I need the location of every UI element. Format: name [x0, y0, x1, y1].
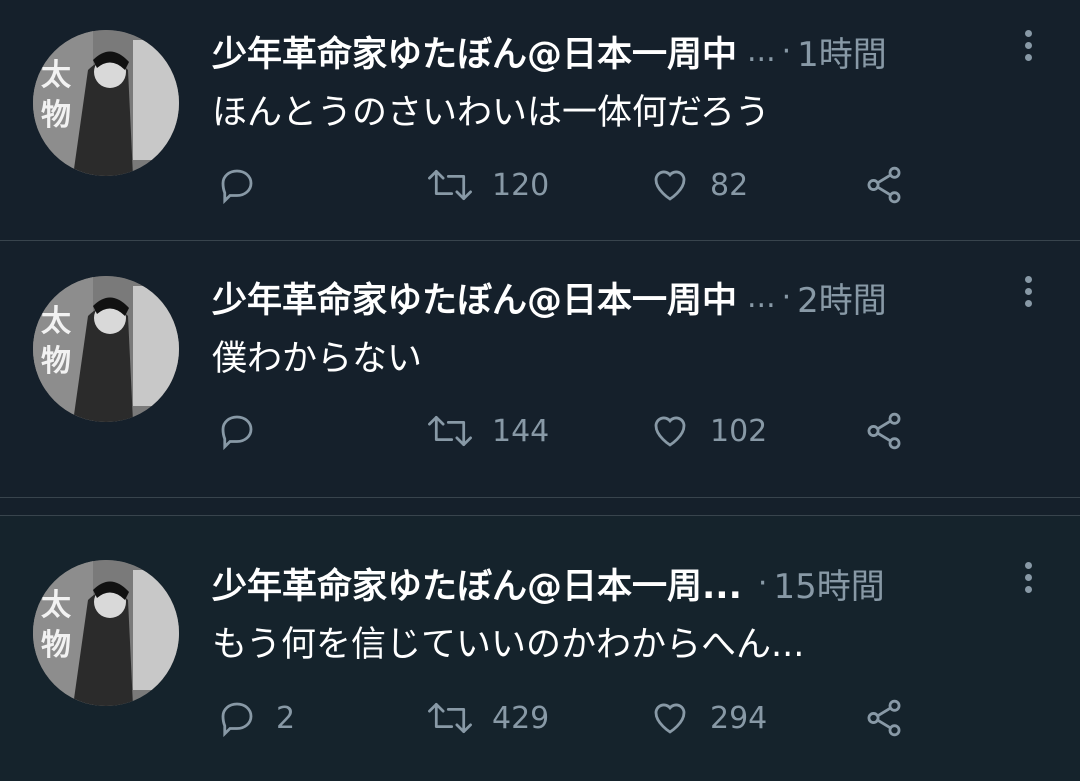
like-count: 294	[710, 700, 768, 736]
more-vertical-icon[interactable]	[1022, 276, 1034, 316]
tweet-header: 少年革命家ゆたぼん@日本一周... · 15時間	[212, 558, 1040, 608]
heart-icon	[654, 703, 686, 734]
retweet-button[interactable]: 429	[426, 693, 549, 743]
svg-text:太: 太	[41, 58, 72, 93]
svg-text:太: 太	[41, 588, 72, 623]
avatar[interactable]: 太 物	[33, 30, 179, 176]
svg-text:物: 物	[41, 344, 71, 379]
retweet-count: 144	[492, 413, 550, 449]
separator-dot: ·	[757, 565, 768, 601]
author-name[interactable]: 少年革命家ゆたぼん@日本一周中	[212, 26, 737, 77]
retweet-count: 429	[492, 700, 550, 736]
retweet-icon	[428, 415, 472, 447]
share-button[interactable]	[862, 160, 906, 210]
avatar[interactable]: 太 物	[33, 560, 179, 706]
like-button[interactable]: 82	[648, 160, 748, 210]
tweet-text: もう何を信じていいのかわからへん...	[212, 625, 805, 665]
more-vertical-icon[interactable]	[1022, 562, 1034, 602]
tweet[interactable]: 太 物 少年革命家ゆたぼん@日本一周... · 15時間 もう何を信じていいのか…	[0, 516, 1080, 781]
like-button[interactable]: 294	[648, 693, 767, 743]
timestamp[interactable]: 2時間	[797, 273, 887, 322]
name-ellipsis: ...	[747, 279, 776, 315]
share-icon	[867, 699, 901, 737]
share-icon	[867, 412, 901, 450]
timestamp[interactable]: 1時間	[797, 27, 887, 76]
reply-button[interactable]: 2	[216, 693, 295, 743]
tweet-actions: 144 102	[212, 406, 932, 456]
separator-dot: ·	[781, 279, 792, 315]
like-button[interactable]: 102	[648, 406, 767, 456]
tweet[interactable]: 太 物 少年革命家ゆたぼん@日本一周中 ... · 1時間 ほんとうのさいわいは…	[0, 0, 1080, 241]
share-button[interactable]	[862, 406, 906, 456]
author-name[interactable]: 少年革命家ゆたぼん@日本一周中	[212, 272, 737, 323]
svg-text:物: 物	[41, 98, 71, 133]
share-button[interactable]	[862, 693, 906, 743]
tweet-header: 少年革命家ゆたぼん@日本一周中 ... · 1時間	[212, 26, 1040, 76]
svg-text:太: 太	[41, 304, 72, 339]
svg-text:物: 物	[41, 628, 71, 663]
separator-dot: ·	[781, 33, 792, 69]
retweet-button[interactable]: 144	[426, 406, 549, 456]
tweet[interactable]: 太 物 少年革命家ゆたぼん@日本一周中 ... · 2時間 僕わからない 144…	[0, 241, 1080, 498]
tweet-text: ほんとうのさいわいは一体何だろう	[212, 93, 770, 133]
timestamp[interactable]: 15時間	[773, 559, 884, 608]
reply-count: 2	[276, 700, 296, 736]
retweet-button[interactable]: 120	[426, 160, 549, 210]
tweet-actions: 120 82	[212, 160, 932, 210]
share-icon	[867, 166, 901, 204]
retweet-icon	[428, 702, 472, 734]
more-vertical-icon[interactable]	[1022, 30, 1034, 70]
timeline-divider	[0, 498, 1080, 516]
retweet-count: 120	[492, 167, 550, 203]
reply-button[interactable]	[216, 406, 276, 456]
heart-icon	[654, 170, 686, 201]
reply-button[interactable]	[216, 160, 276, 210]
name-ellipsis: ...	[747, 33, 776, 69]
author-name[interactable]: 少年革命家ゆたぼん@日本一周...	[212, 558, 742, 609]
reply-icon	[221, 415, 253, 451]
tweet-text: 僕わからない	[212, 339, 423, 379]
heart-icon	[654, 416, 686, 447]
tweet-header: 少年革命家ゆたぼん@日本一周中 ... · 2時間	[212, 272, 1040, 322]
avatar[interactable]: 太 物	[33, 276, 179, 422]
like-count: 82	[710, 167, 749, 203]
reply-icon	[221, 169, 253, 205]
retweet-icon	[428, 169, 472, 201]
reply-icon	[221, 702, 253, 738]
tweet-actions: 2 429 294	[212, 693, 932, 743]
like-count: 102	[710, 413, 768, 449]
